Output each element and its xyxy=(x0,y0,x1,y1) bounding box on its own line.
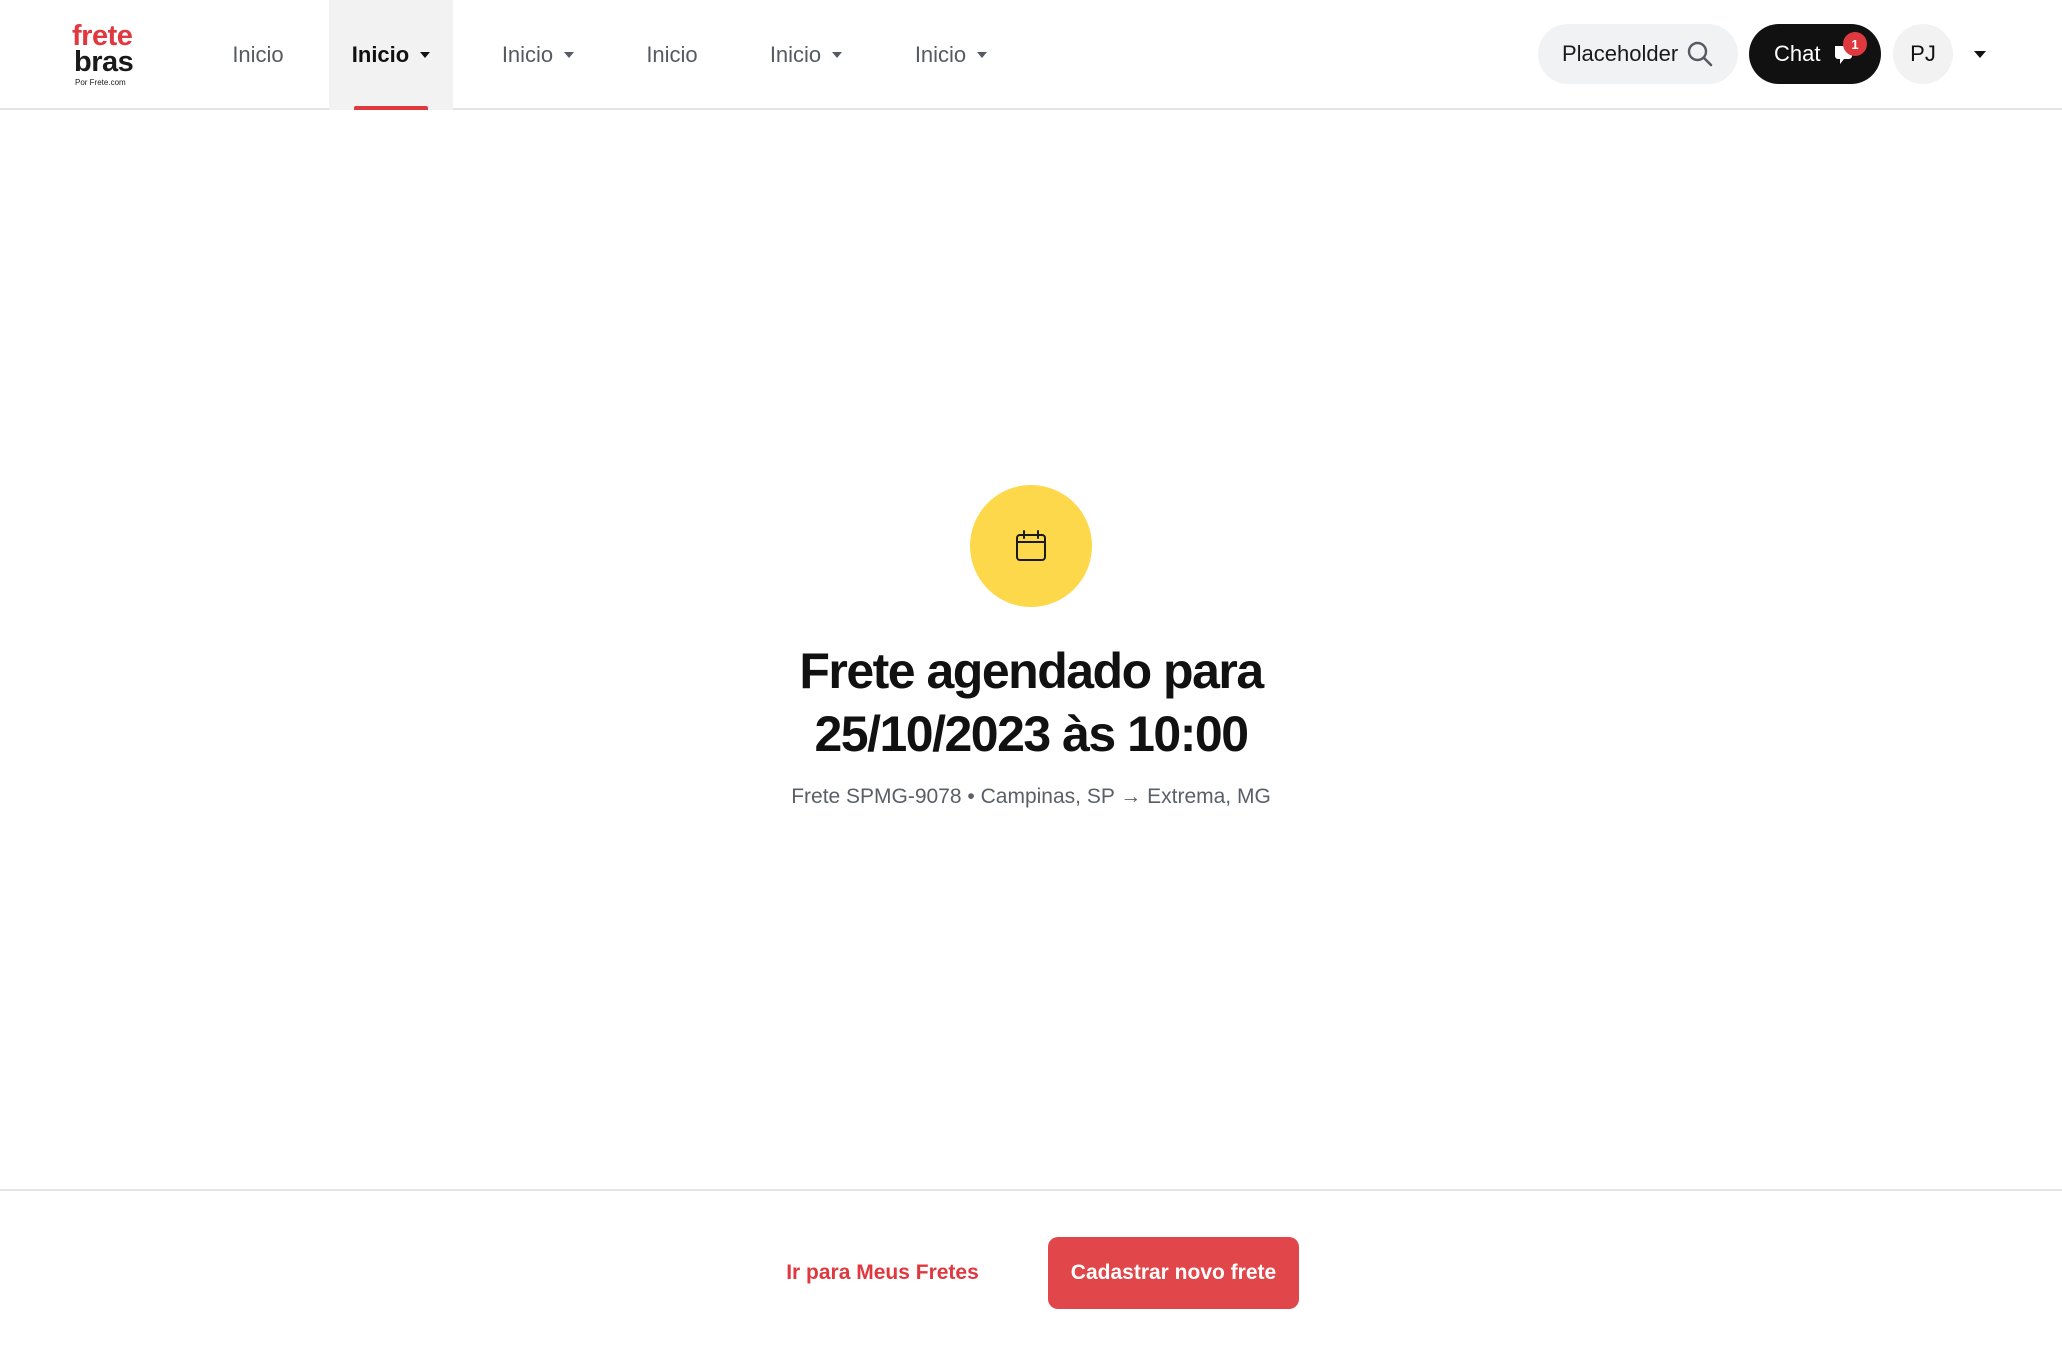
nav-item-2-active[interactable]: Inicio xyxy=(329,0,453,110)
logo-text-bras: bras xyxy=(74,46,134,78)
nav-item-5[interactable]: Inicio xyxy=(744,0,868,110)
top-header: frete bras Por Frete.com Inicio Inicio I… xyxy=(0,0,2062,110)
search-icon xyxy=(1687,41,1713,67)
title-line-2: 25/10/2023 às 10:00 xyxy=(814,706,1249,762)
nav-item-3[interactable]: Inicio xyxy=(476,0,600,110)
active-tab-indicator xyxy=(354,106,428,110)
nav-item-label: Inicio xyxy=(501,42,554,67)
page-title: Frete agendado para 25/10/2023 às 10:00 xyxy=(631,640,1431,766)
freight-summary: Frete SPMG-9078 • Campinas, SP → Extrema… xyxy=(791,785,1271,808)
nav-item-label: Inicio xyxy=(351,42,410,67)
nav-item-label: Inicio xyxy=(769,42,822,67)
caret-down-icon xyxy=(832,52,843,58)
search-placeholder: Placeholder xyxy=(1562,41,1679,66)
nav-item-label: Inicio xyxy=(914,42,967,67)
nav-item-4[interactable]: Inicio xyxy=(622,0,722,110)
chat-unread-badge: 1 xyxy=(1843,32,1867,56)
nav-item-1[interactable]: Inicio xyxy=(208,0,308,110)
chat-label: Chat xyxy=(1774,41,1821,66)
fretebras-logo[interactable]: frete bras Por Frete.com xyxy=(72,22,142,87)
search-input[interactable]: Placeholder xyxy=(1538,24,1738,84)
caret-down-icon xyxy=(977,52,988,58)
nav-item-label: Inicio xyxy=(646,42,698,67)
nav-item-6[interactable]: Inicio xyxy=(889,0,1013,110)
logo-tagline: Por Frete.com xyxy=(75,78,126,87)
go-to-my-freights-button[interactable]: Ir para Meus Fretes xyxy=(770,1237,995,1309)
action-footer xyxy=(0,1189,2062,1359)
register-new-freight-button[interactable]: Cadastrar novo frete xyxy=(1048,1237,1299,1309)
calendar-badge xyxy=(970,485,1092,607)
caret-down-icon xyxy=(564,52,575,58)
nav-item-label: Inicio xyxy=(232,42,284,67)
calendar-icon xyxy=(1016,530,1046,561)
user-avatar[interactable]: PJ xyxy=(1893,24,1953,84)
caret-down-icon xyxy=(420,52,431,58)
caret-down-icon[interactable] xyxy=(1974,51,1986,58)
title-line-1: Frete agendado para xyxy=(799,643,1264,699)
